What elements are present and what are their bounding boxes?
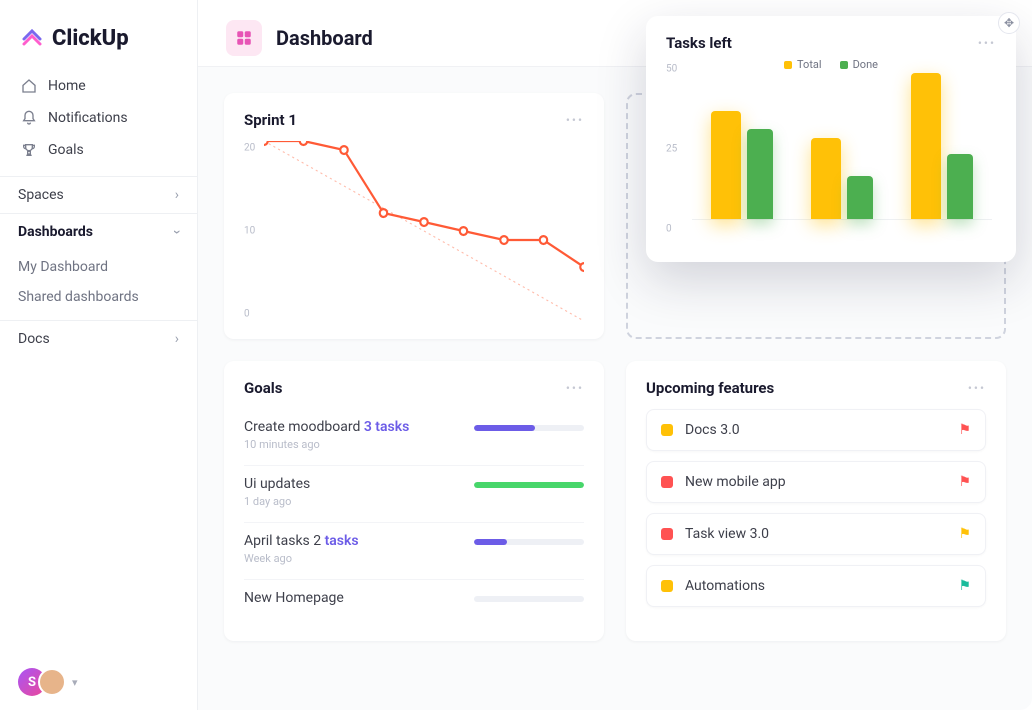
bar-total xyxy=(911,73,941,219)
feature-item[interactable]: New mobile app ⚑ xyxy=(646,461,986,503)
burndown-chart: 20 10 0 xyxy=(244,141,584,321)
nav-notifications-label: Notifications xyxy=(48,110,128,126)
feature-name: New mobile app xyxy=(685,474,786,490)
feature-name: Docs 3.0 xyxy=(685,422,740,438)
feature-name: Task view 3.0 xyxy=(685,526,769,542)
ytick-10: 10 xyxy=(244,226,255,237)
goal-title: New Homepage xyxy=(244,590,458,606)
nav-goals-label: Goals xyxy=(48,142,84,158)
goal-progress xyxy=(474,539,584,545)
features-card: Upcoming features ••• Docs 3.0 ⚑ New mob… xyxy=(626,361,1006,641)
section-spaces-label: Spaces xyxy=(18,187,64,203)
feature-item[interactable]: Task view 3.0 ⚑ xyxy=(646,513,986,555)
bar-done xyxy=(747,129,773,219)
features-list: Docs 3.0 ⚑ New mobile app ⚑ Task view 3.… xyxy=(646,409,986,607)
goal-progress xyxy=(474,425,584,431)
dashboards-subitems: My Dashboard Shared dashboards xyxy=(0,250,197,320)
goal-progress xyxy=(474,482,584,488)
chevron-down-icon: › xyxy=(169,230,185,234)
section-dashboards-label: Dashboards xyxy=(18,224,93,240)
card-menu-icon[interactable]: ••• xyxy=(566,113,584,127)
section-docs[interactable]: Docs › xyxy=(0,320,197,357)
goal-row[interactable]: Create moodboard 3 tasks 10 minutes ago xyxy=(244,409,584,466)
chevron-down-icon: ▾ xyxy=(72,676,78,689)
bar-done xyxy=(947,154,973,219)
status-dot-icon xyxy=(661,424,673,436)
user-avatar xyxy=(38,668,66,696)
status-dot-icon xyxy=(661,580,673,592)
nav-goals[interactable]: Goals xyxy=(10,134,187,166)
bar-group xyxy=(811,64,873,219)
status-dot-icon xyxy=(661,476,673,488)
card-menu-icon[interactable]: ••• xyxy=(978,36,996,50)
ytick-50: 50 xyxy=(666,64,677,75)
goals-list: Create moodboard 3 tasks 10 minutes ago … xyxy=(244,409,584,623)
bar-total xyxy=(711,111,741,220)
section-dashboards[interactable]: Dashboards › xyxy=(0,213,197,250)
subitem-my-dashboard[interactable]: My Dashboard xyxy=(0,252,197,282)
goals-card: Goals ••• Create moodboard 3 tasks 10 mi… xyxy=(224,361,604,641)
bell-icon xyxy=(20,110,38,126)
feature-name: Automations xyxy=(685,578,765,594)
brand-logo-icon xyxy=(20,24,44,52)
home-icon xyxy=(20,78,38,94)
goal-title: April tasks 2 tasks xyxy=(244,533,458,549)
tasks-left-card[interactable]: ✥ Tasks left ••• 50 25 0 Total Done xyxy=(646,16,1016,262)
move-handle-icon[interactable]: ✥ xyxy=(998,12,1020,34)
status-dot-icon xyxy=(661,528,673,540)
nav-home-label: Home xyxy=(48,78,86,94)
flag-icon[interactable]: ⚑ xyxy=(958,578,971,594)
ytick-0: 0 xyxy=(244,308,250,319)
goal-title: Ui updates xyxy=(244,476,458,492)
goal-timestamp: 1 day ago xyxy=(244,495,458,508)
bar-group xyxy=(711,64,773,219)
bar-done xyxy=(847,176,873,219)
bar-total xyxy=(811,138,841,219)
goal-timestamp: 10 minutes ago xyxy=(244,438,458,451)
goal-row[interactable]: Ui updates 1 day ago xyxy=(244,466,584,523)
tasks-left-chart: 50 25 0 Total Done xyxy=(666,58,996,248)
bar-group xyxy=(911,64,973,219)
ytick-20: 20 xyxy=(244,143,255,154)
ytick-25: 25 xyxy=(666,144,677,155)
primary-nav: Home Notifications Goals xyxy=(0,70,197,166)
sidebar: ClickUp Home Notifications Goals Spaces … xyxy=(0,0,198,710)
trophy-icon xyxy=(20,142,38,158)
goals-title: Goals xyxy=(244,379,282,397)
dashboard-icon xyxy=(226,20,262,56)
goal-timestamp: Week ago xyxy=(244,552,458,565)
sprint-title: Sprint 1 xyxy=(244,111,297,129)
flag-icon[interactable]: ⚑ xyxy=(958,526,971,542)
brand[interactable]: ClickUp xyxy=(0,18,197,70)
goal-title: Create moodboard 3 tasks xyxy=(244,419,458,435)
goal-row[interactable]: April tasks 2 tasks Week ago xyxy=(244,523,584,580)
section-spaces[interactable]: Spaces › xyxy=(0,176,197,213)
brand-name: ClickUp xyxy=(52,26,129,51)
workspace-switcher[interactable]: S ▾ xyxy=(0,654,197,710)
page-title: Dashboard xyxy=(276,26,373,50)
goal-row[interactable]: New Homepage xyxy=(244,580,584,623)
feature-item[interactable]: Automations ⚑ xyxy=(646,565,986,607)
goal-progress xyxy=(474,596,584,602)
section-docs-label: Docs xyxy=(18,331,50,347)
sprint-card: Sprint 1 ••• 20 10 0 xyxy=(224,93,604,339)
feature-item[interactable]: Docs 3.0 ⚑ xyxy=(646,409,986,451)
tasks-left-title: Tasks left xyxy=(666,34,732,52)
nav-home[interactable]: Home xyxy=(10,70,187,102)
chevron-right-icon: › xyxy=(175,187,179,203)
chevron-right-icon: › xyxy=(175,331,179,347)
nav-notifications[interactable]: Notifications xyxy=(10,102,187,134)
flag-icon[interactable]: ⚑ xyxy=(958,422,971,438)
subitem-shared-dashboards[interactable]: Shared dashboards xyxy=(0,282,197,312)
flag-icon[interactable]: ⚑ xyxy=(958,474,971,490)
features-title: Upcoming features xyxy=(646,379,774,397)
card-menu-icon[interactable]: ••• xyxy=(566,381,584,395)
card-menu-icon[interactable]: ••• xyxy=(968,381,986,395)
ytick-0: 0 xyxy=(666,224,672,235)
